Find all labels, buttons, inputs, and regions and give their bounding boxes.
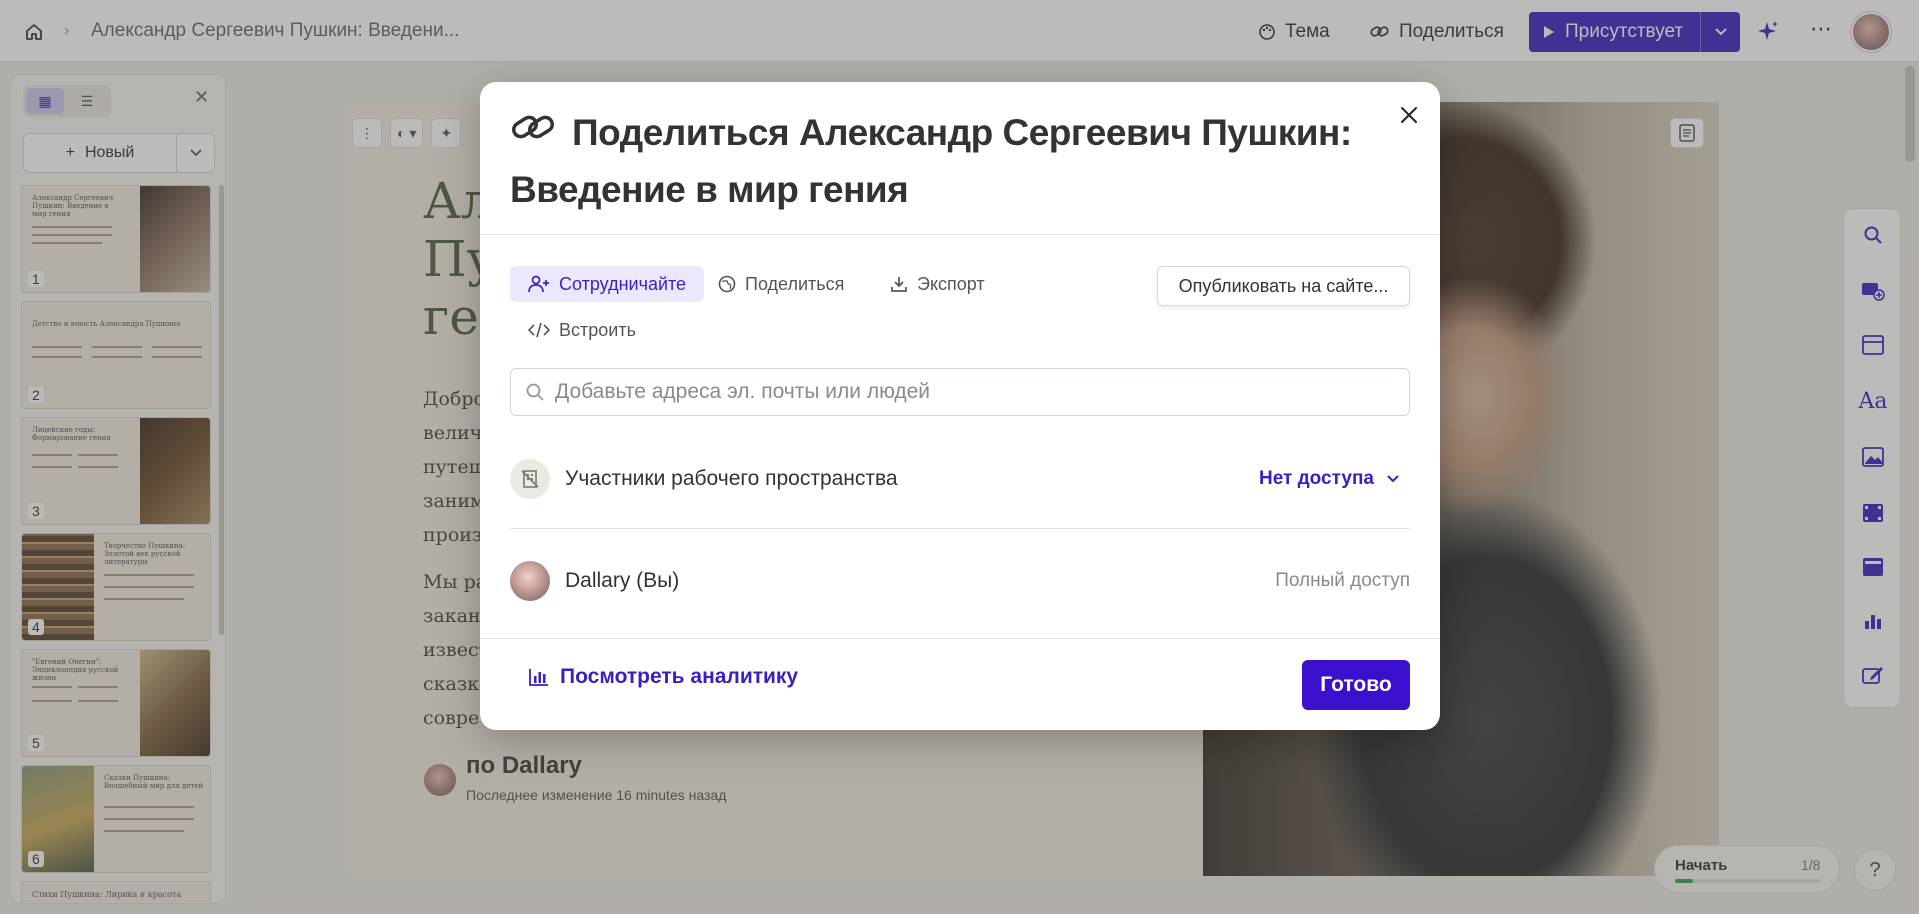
tab-embed-label: Встроить — [559, 319, 636, 340]
workspace-members-label: Участники рабочего пространства — [565, 467, 898, 490]
chevron-down-icon — [1387, 475, 1399, 483]
view-analytics-link[interactable]: Посмотреть аналитику — [528, 665, 798, 689]
search-icon — [526, 383, 544, 401]
tab-share[interactable]: Поделиться — [700, 266, 862, 302]
view-analytics-label: Посмотреть аналитику — [560, 665, 799, 688]
tab-collaborate[interactable]: Сотрудничайте — [510, 266, 705, 302]
download-icon — [891, 277, 907, 292]
owner-avatar — [510, 561, 550, 601]
workspace-access-dropdown[interactable]: Нет доступа — [1259, 468, 1400, 490]
building-icon — [510, 459, 550, 499]
owner-row: Dallary (Вы) Полный доступ — [510, 560, 1410, 602]
publish-to-site-button[interactable]: Опубликовать на сайте... — [1157, 266, 1410, 306]
globe-icon — [718, 275, 736, 293]
tab-collaborate-label: Сотрудничайте — [559, 273, 687, 294]
tab-export[interactable]: Экспорт — [872, 266, 1003, 302]
invite-search-field[interactable] — [510, 368, 1410, 416]
divider — [480, 638, 1440, 639]
invite-search-input[interactable] — [555, 380, 1395, 404]
close-icon[interactable] — [1394, 100, 1424, 130]
divider — [480, 234, 1440, 235]
share-dialog: Поделиться Александр Сергеевич Пушкин: В… — [480, 82, 1440, 730]
divider — [510, 528, 1410, 529]
code-icon — [528, 322, 550, 338]
workspace-members-row: Участники рабочего пространства Нет дост… — [510, 458, 1410, 500]
tab-export-label: Экспорт — [917, 273, 985, 294]
owner-access-level: Полный доступ — [1275, 570, 1410, 591]
bar-chart-icon — [529, 669, 548, 686]
dialog-title-text: Поделиться Александр Сергеевич Пушкин: В… — [510, 112, 1352, 210]
owner-label: Dallary (Вы) — [565, 569, 680, 592]
done-button[interactable]: Готово — [1302, 660, 1410, 710]
workspace-access-value: Нет доступа — [1259, 468, 1374, 489]
add-person-icon — [528, 275, 549, 293]
dialog-title: Поделиться Александр Сергеевич Пушкин: В… — [510, 104, 1390, 218]
tab-share-label: Поделиться — [745, 273, 845, 294]
tab-embed[interactable]: Встроить — [510, 312, 654, 348]
